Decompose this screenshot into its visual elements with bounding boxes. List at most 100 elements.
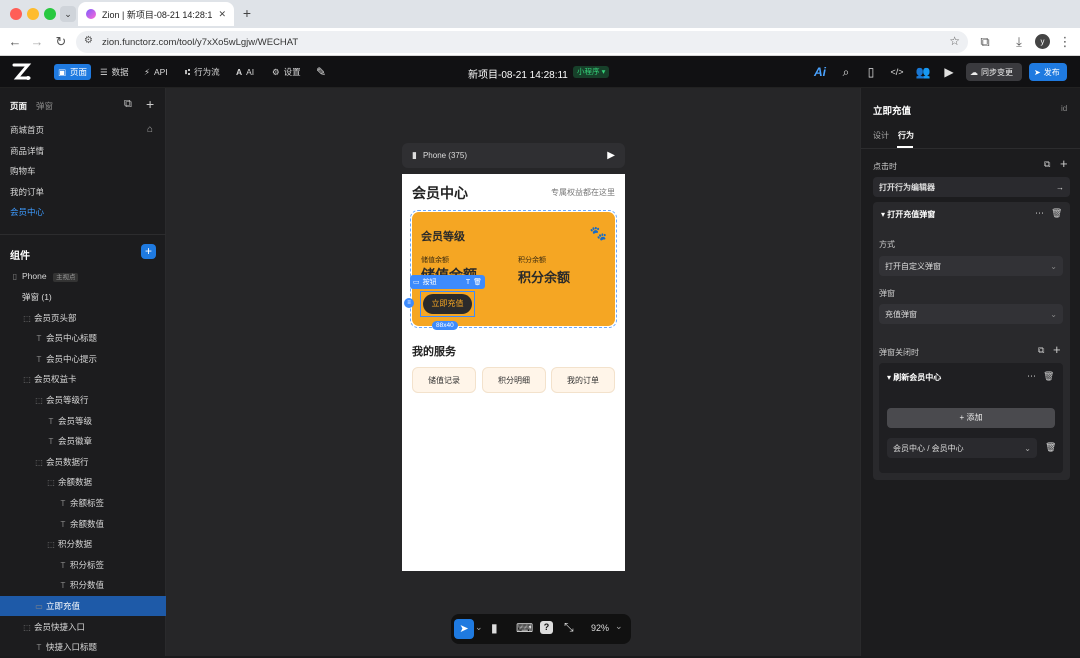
member-center-title[interactable]: 会员中心 xyxy=(412,183,468,203)
add-button[interactable]: + 添加 xyxy=(887,408,1055,428)
add-component-button[interactable]: + xyxy=(141,244,156,259)
nav-api[interactable]: ⚡ API xyxy=(140,64,172,80)
open-behavior-editor-button[interactable]: 打开行为编辑器 → xyxy=(873,177,1070,197)
tree-node[interactable]: ⬚ 会员页头部 xyxy=(0,308,166,328)
preview-device-icon[interactable]: ▯ xyxy=(863,64,879,80)
forward-icon[interactable]: → xyxy=(28,28,46,56)
tree-node[interactable]: ⬚ 会员等级行 xyxy=(0,390,166,410)
add-action-icon[interactable]: + xyxy=(1060,156,1068,171)
site-info-icon[interactable]: ⚙ xyxy=(84,35,93,46)
bookmark-star-icon[interactable]: ☆ xyxy=(949,34,960,48)
service-deposit-records[interactable]: 储值记录 xyxy=(412,367,476,393)
wrench-icon[interactable]: ✎ xyxy=(313,64,329,80)
page-item[interactable]: 商城首页 xyxy=(0,120,166,140)
tree-node[interactable]: T 积分数值 xyxy=(0,575,166,595)
add-page-icon[interactable]: + xyxy=(146,96,154,112)
tree-node[interactable]: T 会员中心标题 xyxy=(0,328,166,348)
tab-search-chevron-icon[interactable]: ⌄ xyxy=(60,6,76,22)
keyboard-icon[interactable]: ⌨ xyxy=(516,621,533,635)
code-icon[interactable]: </> xyxy=(889,64,905,80)
mode-select[interactable]: 打开自定义弹窗 ⌄ xyxy=(879,256,1063,276)
id-label[interactable]: id xyxy=(1061,104,1067,113)
extensions-icon[interactable]: ⧉ xyxy=(976,28,994,56)
help-icon[interactable]: ? xyxy=(540,621,553,634)
profile-avatar[interactable]: y xyxy=(1035,34,1050,49)
download-icon[interactable]: ⤓ xyxy=(1010,28,1028,56)
paw-badge-icon[interactable]: 🐾 xyxy=(590,225,607,242)
reload-icon[interactable]: ↻ xyxy=(52,28,70,56)
drag-handle-icon[interactable]: ≡ xyxy=(404,298,414,308)
team-icon[interactable]: 👥 xyxy=(915,64,931,80)
action-title[interactable]: ▾ 打开充值弹窗 xyxy=(881,209,935,220)
tree-node[interactable]: T 积分标签 xyxy=(0,555,166,575)
nav-data[interactable]: ☰ 数据 xyxy=(96,64,133,80)
trash-icon[interactable]: 🗑 xyxy=(1051,208,1062,219)
select-tool-icon[interactable]: ➤ xyxy=(454,619,474,639)
service-my-orders[interactable]: 我的订单 xyxy=(551,367,615,393)
nav-flow[interactable]: ⑆ 行为流 xyxy=(181,64,224,80)
project-title[interactable]: 新项目-08-21 14:28:11 xyxy=(468,66,568,81)
tree-node[interactable]: ⬚ 会员数据行 xyxy=(0,452,166,472)
tree-node[interactable]: ⬚ 会员快捷入口 xyxy=(0,617,166,637)
more-icon[interactable]: ⋯ xyxy=(1035,208,1044,219)
member-center-hint[interactable]: 专属权益都在这里 xyxy=(551,187,615,198)
page-item[interactable]: 商品详情 xyxy=(0,141,166,161)
minimize-window-button[interactable] xyxy=(27,8,39,20)
recharge-button[interactable]: 立即充值 xyxy=(423,294,472,314)
zoom-level[interactable]: 92% xyxy=(591,623,609,633)
add-close-action-icon[interactable]: + xyxy=(1053,342,1061,357)
run-preview-icon[interactable]: ▶ xyxy=(607,150,615,161)
tree-node[interactable]: T 会员徽章 xyxy=(0,431,166,451)
tree-node[interactable]: 弹窗 (1) xyxy=(0,287,166,307)
new-tab-icon[interactable]: + xyxy=(238,4,256,22)
tree-node[interactable]: T 会员等级 xyxy=(0,411,166,431)
tab-behavior[interactable]: 行为 xyxy=(898,130,914,141)
browser-tab[interactable]: Zion | 新项目-08-21 14:28:11 ✕ xyxy=(78,2,234,26)
page-item[interactable]: 我的订单 xyxy=(0,182,166,202)
tree-node[interactable]: T 余额标签 xyxy=(0,493,166,513)
publish-button[interactable]: ➤ 发布 xyxy=(1029,63,1067,81)
panel-title[interactable]: 立即充值 xyxy=(873,103,911,117)
collapse-icon[interactable]: ⤡ xyxy=(564,620,574,635)
close-window-button[interactable] xyxy=(10,8,22,20)
tree-node[interactable]: ▭ 立即充值 xyxy=(0,596,166,616)
more-icon[interactable]: ⋯ xyxy=(1027,371,1036,382)
refresh-target-select[interactable]: 会员中心 / 会员中心 ⌄ xyxy=(887,438,1037,458)
tree-node[interactable]: ⬚ 会员权益卡 xyxy=(0,369,166,389)
selection-toolbar[interactable]: ▭ 按钮 T 🗑 xyxy=(410,275,485,289)
tree-root-phone[interactable]: ▯ Phone 主视点 xyxy=(0,266,166,286)
maximize-window-button[interactable] xyxy=(44,8,56,20)
page-settings-icon[interactable]: ⧉ xyxy=(124,98,132,111)
copy-icon[interactable]: ⧉ xyxy=(1044,159,1050,170)
platform-badge[interactable]: 小程序 ▾ xyxy=(573,66,610,78)
browser-menu-icon[interactable]: ⋮ xyxy=(1056,28,1074,56)
tree-node[interactable]: ⬚ 积分数据 xyxy=(0,534,166,554)
device-bar[interactable]: ▮ Phone (375) ▶ xyxy=(402,143,625,168)
tree-node[interactable]: T 余额数值 xyxy=(0,514,166,534)
search-icon[interactable]: ⌕ xyxy=(838,64,854,80)
phone-screen[interactable]: 会员中心 专属权益都在这里 会员等级 🐾 储值余额 储值余额 积分余额 积分余额… xyxy=(402,174,625,571)
copy-icon[interactable]: ⧉ xyxy=(1038,345,1044,356)
sync-button[interactable]: ☁ 同步变更 xyxy=(966,63,1022,81)
refresh-title[interactable]: ▾ 刷新会员中心 xyxy=(887,372,941,383)
zion-logo-icon[interactable] xyxy=(12,63,32,81)
nav-ai[interactable]: A AI xyxy=(232,64,258,80)
trash-icon[interactable]: 🗑 xyxy=(1043,371,1054,382)
popup-select[interactable]: 充值弹窗 ⌄ xyxy=(879,304,1063,324)
tree-node[interactable]: T 会员中心提示 xyxy=(0,349,166,369)
tree-node[interactable]: T 快捷入口标题 xyxy=(0,637,166,657)
address-bar[interactable]: ⚙ zion.functorz.com/tool/y7xXo5wLgjw/WEC… xyxy=(76,31,968,53)
page-item[interactable]: 购物车 xyxy=(0,161,166,181)
points-label[interactable]: 积分余额 xyxy=(518,255,546,265)
service-points-detail[interactable]: 积分明细 xyxy=(482,367,546,393)
play-icon[interactable]: ▶ xyxy=(941,64,957,80)
tree-node[interactable]: ⬚ 余额数据 xyxy=(0,472,166,492)
nav-page[interactable]: ▣ 页面 xyxy=(54,64,92,80)
points-value[interactable]: 积分余额 xyxy=(518,267,570,286)
tab-pages[interactable]: 页面 xyxy=(10,100,27,112)
balance-label[interactable]: 储值余额 xyxy=(421,255,449,265)
delete-icon[interactable]: 🗑 xyxy=(473,278,482,286)
services-title[interactable]: 我的服务 xyxy=(412,343,456,359)
tab-close-icon[interactable]: ✕ xyxy=(218,9,226,20)
nav-settings[interactable]: ⚙ 设置 xyxy=(268,64,305,80)
